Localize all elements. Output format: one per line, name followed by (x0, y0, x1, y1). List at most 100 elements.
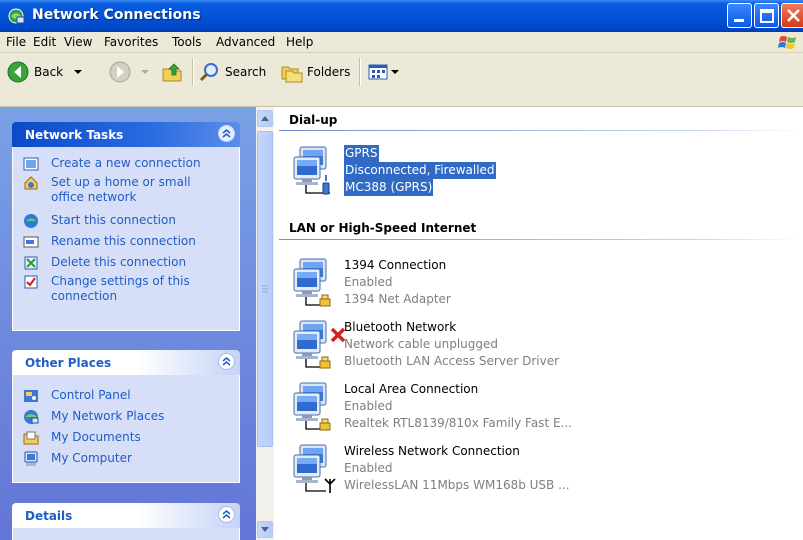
toolbar-separator (359, 58, 361, 86)
title-bar: Network Connections (0, 0, 803, 32)
other-places-title: Other Places (25, 356, 112, 370)
place-my-computer[interactable]: My Computer (23, 451, 227, 467)
other-places-box: Other Places Control Panel My Network Pl… (12, 350, 240, 483)
close-button[interactable] (781, 3, 803, 28)
group-divider (279, 130, 803, 131)
connection-item-gprs[interactable]: GPRS Disconnected, Firewalled MC388 (GPR… (290, 145, 790, 199)
network-connections-icon (8, 8, 25, 24)
connection-device: 1394 Net Adapter (344, 292, 451, 306)
up-folder-icon (162, 63, 182, 82)
scroll-up-button[interactable] (257, 110, 273, 127)
windows-logo-icon (778, 36, 796, 49)
network-tasks-title: Network Tasks (25, 128, 124, 142)
chevron-up-icon (222, 357, 231, 366)
menu-help[interactable]: Help (286, 35, 313, 49)
new-connection-icon (23, 157, 39, 171)
back-button[interactable]: Back (6, 59, 85, 85)
chevron-up-icon (222, 510, 231, 519)
toolbar: Back Search Folders (0, 53, 803, 107)
folders-button[interactable]: Folders (280, 59, 350, 85)
collapse-button[interactable] (218, 353, 235, 370)
place-my-network-places[interactable]: My Network Places (23, 409, 227, 425)
group-header-lan: LAN or High-Speed Internet (289, 221, 477, 235)
my-computer-icon (24, 451, 38, 466)
task-delete-connection[interactable]: Delete this connection (23, 255, 227, 271)
back-arrow-icon (7, 61, 29, 83)
lan-connection-icon (293, 320, 346, 369)
maximize-icon (760, 9, 774, 23)
window-title: Network Connections (32, 7, 201, 23)
chevron-down-icon (141, 70, 149, 74)
menu-file[interactable]: File (6, 35, 26, 49)
connection-device: Realtek RTL8139/810x Family Fast E... (344, 416, 572, 430)
task-setup-home-network[interactable]: Set up a home or small office network (23, 175, 227, 205)
chevron-down-icon (74, 70, 83, 74)
chevron-up-icon (261, 116, 269, 121)
start-connection-icon (24, 214, 38, 228)
task-pane: Network Tasks Create a new connection Se… (0, 107, 256, 540)
chevron-up-icon (222, 129, 231, 138)
settings-icon (24, 275, 38, 289)
menu-advanced[interactable]: Advanced (216, 35, 275, 49)
views-icon (368, 64, 388, 80)
search-icon (199, 63, 218, 82)
close-icon (787, 9, 800, 22)
maximize-button[interactable] (754, 3, 779, 28)
dialup-connection-icon (293, 146, 330, 195)
details-title: Details (25, 509, 73, 523)
connection-name: 1394 Connection (344, 258, 447, 272)
scroll-thumb[interactable] (257, 131, 273, 447)
place-control-panel[interactable]: Control Panel (23, 388, 227, 404)
network-tasks-body: Create a new connection Set up a home or… (12, 147, 240, 331)
lan-connection-icon (293, 382, 331, 431)
search-label: Search (225, 65, 267, 79)
connection-item-local-area[interactable]: Local Area Connection Enabled Realtek RT… (290, 381, 790, 435)
connection-device: MC388 (GPRS) (344, 179, 434, 196)
folders-label: Folders (307, 65, 351, 79)
lan-connection-icon (293, 258, 331, 307)
minimize-button[interactable] (727, 3, 752, 28)
menu-edit[interactable]: Edit (33, 35, 56, 49)
network-tasks-header[interactable]: Network Tasks (12, 122, 240, 147)
connection-status: Disconnected, Firewalled (344, 162, 496, 179)
details-body (12, 528, 240, 540)
chevron-down-icon (261, 527, 269, 532)
connection-status: Network cable unplugged (344, 337, 499, 351)
delete-icon (24, 256, 38, 270)
rename-icon (23, 236, 39, 248)
group-divider (279, 239, 803, 240)
place-my-documents[interactable]: My Documents (23, 430, 227, 446)
scroll-down-button[interactable] (257, 521, 273, 538)
up-folder-button[interactable] (160, 59, 184, 85)
toolbar-separator (192, 58, 194, 86)
task-rename-connection[interactable]: Rename this connection (23, 234, 227, 250)
details-box: Details (12, 503, 240, 540)
other-places-body: Control Panel My Network Places My Docum… (12, 375, 240, 483)
task-change-settings[interactable]: Change settings of this connection (23, 274, 227, 304)
connection-item-1394[interactable]: 1394 Connection Enabled 1394 Net Adapter (290, 257, 790, 311)
connection-status: Enabled (344, 461, 393, 475)
menu-tools[interactable]: Tools (172, 35, 202, 49)
search-button[interactable]: Search (198, 59, 266, 85)
connection-name: Local Area Connection (344, 382, 479, 396)
control-panel-icon (24, 390, 38, 402)
details-header[interactable]: Details (12, 503, 240, 528)
forward-button[interactable] (108, 59, 152, 85)
folders-icon (281, 66, 303, 83)
collapse-button[interactable] (218, 506, 235, 523)
menu-view[interactable]: View (64, 35, 92, 49)
menu-bar: File Edit View Favorites Tools Advanced … (0, 32, 803, 53)
task-start-connection[interactable]: Start this connection (23, 213, 227, 229)
other-places-header[interactable]: Other Places (12, 350, 240, 375)
network-tasks-box: Network Tasks Create a new connection Se… (12, 122, 240, 331)
connection-device: Bluetooth LAN Access Server Driver (344, 354, 560, 368)
collapse-button[interactable] (218, 125, 235, 142)
back-label: Back (34, 65, 64, 79)
task-pane-scrollbar[interactable] (256, 107, 274, 540)
connection-item-wireless[interactable]: Wireless Network Connection Enabled Wire… (290, 443, 790, 497)
views-button[interactable] (366, 59, 400, 85)
group-header-dialup: Dial-up (289, 113, 338, 127)
menu-favorites[interactable]: Favorites (104, 35, 158, 49)
task-create-connection[interactable]: Create a new connection (23, 156, 227, 172)
connection-item-bluetooth[interactable]: Bluetooth Network Network cable unplugge… (290, 319, 790, 373)
